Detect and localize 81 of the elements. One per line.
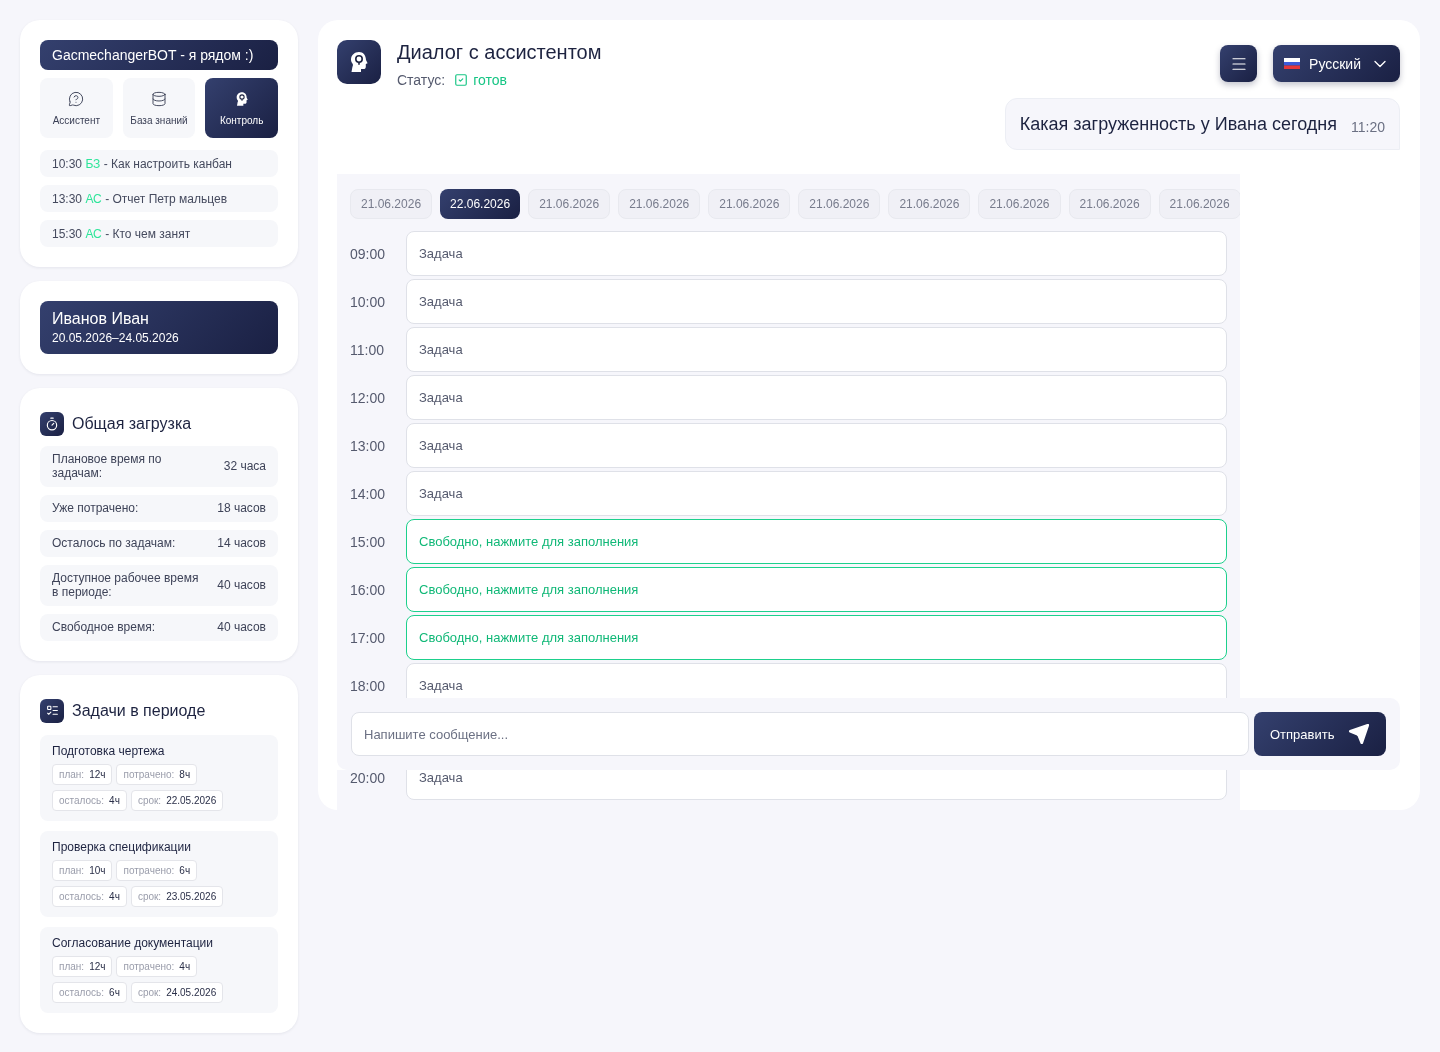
task-slot[interactable]: Задача (406, 279, 1227, 324)
workload-label: Плановое время по задачам: (52, 452, 163, 481)
task-stat: план: 12ч (52, 955, 113, 977)
slot-time: 13:00 (350, 437, 387, 454)
date-tab[interactable]: 21.06.2026 (978, 189, 1061, 219)
task-stat: срок: 22.05.2026 (130, 789, 224, 811)
task-name: Подготовка чертежа (52, 743, 166, 758)
mode-tab[interactable]: База знаний (122, 78, 196, 138)
status-value: готов (473, 72, 507, 88)
date-tab[interactable]: 21.06.2026 (1068, 189, 1151, 219)
task-stat: срок: 23.05.2026 (130, 885, 224, 907)
task-slot[interactable]: Задача (406, 375, 1227, 420)
task-slot[interactable]: Задача (406, 471, 1227, 516)
section-title: Задачи в периоде (72, 701, 206, 720)
task-slot[interactable]: Задача (406, 327, 1227, 372)
date-tab[interactable]: 22.06.2026 (440, 189, 521, 219)
task-stat: потрачено: 6ч (116, 859, 198, 881)
message-text: Какая загруженность у Ивана сегодня (1019, 114, 1337, 135)
workload-value: 32 часа (223, 459, 266, 474)
date-tab[interactable]: 21.06.2026 (708, 189, 791, 219)
status-label: Статус: (397, 72, 446, 88)
workload-value: 40 часов (217, 578, 266, 593)
slot-time: 16:00 (350, 581, 387, 598)
task-stat: потрачено: 4ч (116, 955, 198, 977)
menu-button[interactable] (1220, 45, 1258, 82)
employee-period: 20.05.2026–24.05.2026 (52, 331, 180, 345)
database-icon (151, 90, 167, 107)
workload-label: Свободное время: (52, 619, 155, 635)
task-stat: осталось: 6ч (52, 981, 127, 1003)
history-item[interactable]: 15:30 АС - Кто чем занят (40, 220, 278, 247)
workload-value: 18 часов (217, 501, 266, 516)
check-icon (454, 73, 469, 87)
bot-title: GacmechangerBOT - я рядом :) (40, 40, 278, 70)
date-tab[interactable]: 21.06.2026 (528, 189, 611, 219)
slot-time: 18:00 (350, 677, 387, 694)
date-tab[interactable]: 21.06.2026 (618, 189, 701, 219)
workload-value: 40 часов (217, 620, 266, 635)
task-stat: потрачено: 8ч (116, 763, 198, 785)
task-slot[interactable]: Задача (406, 663, 1227, 699)
slot-time: 11:00 (350, 341, 385, 358)
task-stat: срок: 24.05.2026 (130, 981, 224, 1003)
date-tab[interactable]: 21.06.2026 (350, 189, 433, 219)
date-tab[interactable]: 21.06.2026 (1158, 189, 1240, 219)
date-tab[interactable]: 21.06.2026 (798, 189, 881, 219)
chat-title: Диалог с ассистентом (397, 41, 603, 64)
task-stat: осталось: 4ч (52, 789, 127, 811)
language-select[interactable]: Русский (1273, 45, 1400, 82)
question-bubble-icon (68, 90, 85, 107)
employee-name: Иванов Иван (52, 310, 150, 328)
task-stat: план: 10ч (52, 859, 113, 881)
slot-time: 17:00 (350, 629, 387, 646)
mode-tab[interactable]: Ассистент (40, 78, 113, 138)
task-stat: осталось: 4ч (52, 885, 127, 907)
task-name: Согласование документации (52, 935, 214, 950)
slot-time: 20:00 (350, 770, 387, 786)
history-item[interactable]: 13:30 АС - Отчет Петр мальцев (40, 185, 278, 212)
section-title: Общая загрузка (72, 415, 192, 433)
task-slot[interactable]: Задача (406, 423, 1227, 468)
send-button[interactable]: Отправить (1254, 712, 1386, 757)
workload-label: Доступное рабочее время в периоде: (52, 570, 200, 600)
list-icon (40, 698, 64, 723)
history-item[interactable]: 10:30 БЗ - Как настроить канбан (40, 150, 278, 177)
slot-time: 10:00 (350, 293, 387, 310)
send-icon (1348, 723, 1370, 746)
slot-time: 12:00 (350, 389, 387, 406)
message-input[interactable]: Напишите сообщение... (351, 712, 1249, 757)
message-time: 11:20 (1351, 118, 1385, 135)
slot-time: 14:00 (350, 485, 387, 502)
slot-time: 09:00 (350, 245, 387, 262)
flag-icon (1284, 58, 1301, 69)
timer-icon (40, 412, 64, 436)
mode-tab[interactable]: Контроль (205, 78, 278, 138)
task-stat: план: 12ч (52, 763, 113, 785)
task-slot[interactable]: Задача (406, 770, 1227, 801)
workload-value: 14 часов (217, 536, 266, 551)
workload-label: Уже потрачено: (52, 501, 139, 516)
task-slot[interactable]: Задача (406, 231, 1227, 276)
workload-label: Осталось по задачам: (52, 536, 176, 551)
slot-time: 15:00 (350, 533, 387, 550)
date-tab[interactable]: 21.06.2026 (888, 189, 971, 219)
task-name: Проверка спецификации (52, 839, 192, 854)
